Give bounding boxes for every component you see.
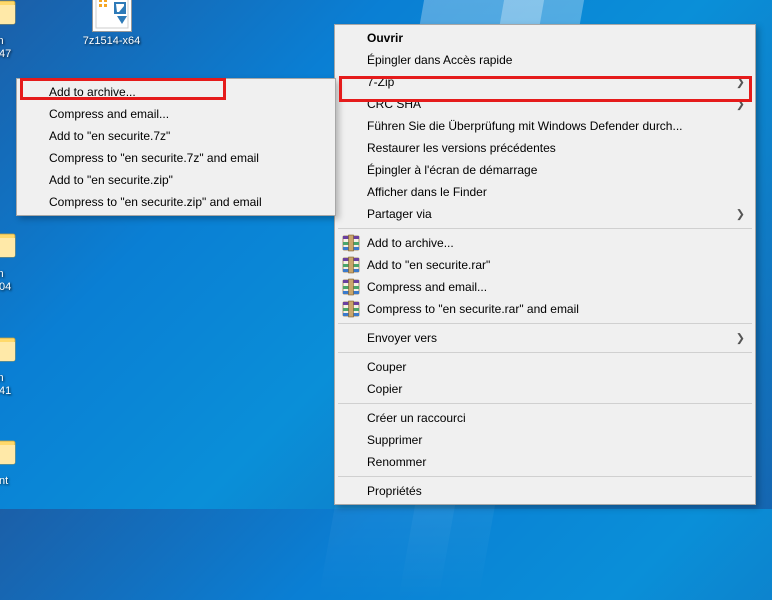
desktop-icon-label: an51.47 [0,35,35,61]
menu-item-label: Compress to "en securite.7z" and email [49,151,259,165]
menu-item-label: Compress to "en securite.zip" and email [49,195,262,209]
desktop-icon-label: an57.41 [0,372,35,398]
menu-item-label: Add to archive... [367,236,454,250]
sub_menu-item-3[interactable]: Compress to "en securite.7z" and email [19,147,333,169]
main_menu-item-8[interactable]: Partager via ❯ [337,203,753,225]
context-menu-7zip: Add to archive... Compress and email... Ad… [16,78,336,216]
desktop-icon-label: 7z1514-x64 [74,35,149,48]
menu-item-label: Compress to "en securite.rar" and email [367,302,579,316]
menu-item-label: Couper [367,360,406,374]
main_menu-item-17[interactable]: Couper [337,356,753,378]
menu-item-label: Ouvrir [367,31,403,45]
context-menu-main: OuvrirÉpingler dans Accès rapide7-Zip❯CR… [334,24,756,505]
menu-item-label: Add to "en securite.zip" [49,173,173,187]
chevron-right-icon: ❯ [736,208,745,221]
sub_menu-item-0[interactable]: Add to archive... [19,81,333,103]
menu-item-label: Compress and email... [367,280,487,294]
sub_menu-item-1[interactable]: Compress and email... [19,103,333,125]
main_menu-item-7[interactable]: Afficher dans le Finder [337,181,753,203]
desktop-icon-0[interactable]: 7z1514-x64 [74,0,149,48]
menu-item-label: Renommer [367,455,426,469]
menu-item-label: Copier [367,382,402,396]
desktop-icon-label: nent [0,475,35,488]
main_menu-item-2[interactable]: 7-Zip ❯ [337,71,753,93]
main_menu-item-5[interactable]: Restaurer les versions précédentes [337,137,753,159]
folder-icon [0,0,18,32]
rar-icon [342,234,360,252]
chevron-right-icon: ❯ [736,76,745,89]
main_menu-item-20[interactable]: Créer un raccourci [337,407,753,429]
menu-item-label: Add to archive... [49,85,136,99]
chevron-right-icon: ❯ [736,98,745,111]
menu-item-label: Compress and email... [49,107,169,121]
menu-item-label: Créer un raccourci [367,411,466,425]
main_menu-separator [338,352,752,353]
main_menu-item-15[interactable]: Envoyer vers ❯ [337,327,753,349]
rar-icon [342,256,360,274]
main_menu-separator [338,476,752,477]
menu-item-label: Add to "en securite.7z" [49,129,170,143]
chevron-right-icon: ❯ [736,332,745,345]
folder-icon [0,432,18,472]
desktop-icon-3[interactable]: an57.41 [0,329,35,398]
main_menu-item-0[interactable]: Ouvrir [337,27,753,49]
main_menu-item-24[interactable]: Propriétés [337,480,753,502]
sub_menu-item-5[interactable]: Compress to "en securite.zip" and email [19,191,333,213]
menu-item-label: Führen Sie die Überprüfung mit Windows D… [367,119,683,133]
main_menu-separator [338,403,752,404]
main_menu-item-1[interactable]: Épingler dans Accès rapide [337,49,753,71]
menu-item-label: Épingler à l'écran de démarrage [367,163,537,177]
main_menu-item-11[interactable]: Add to "en securite.rar" [337,254,753,276]
menu-item-label: Envoyer vers [367,331,437,345]
main_menu-item-18[interactable]: Copier [337,378,753,400]
7z-installer-icon [92,0,132,32]
menu-item-label: Supprimer [367,433,422,447]
menu-item-label: Épingler dans Accès rapide [367,53,512,67]
menu-item-label: Add to "en securite.rar" [367,258,490,272]
menu-item-label: Partager via [367,207,432,221]
main_menu-item-21[interactable]: Supprimer [337,429,753,451]
folder-icon [0,329,18,369]
rar-icon [342,300,360,318]
menu-item-label: Afficher dans le Finder [367,185,487,199]
menu-item-label: CRC SHA [367,97,421,111]
main_menu-item-13[interactable]: Compress to "en securite.rar" and email [337,298,753,320]
sub_menu-item-2[interactable]: Add to "en securite.7z" [19,125,333,147]
main_menu-separator [338,228,752,229]
main_menu-separator [338,323,752,324]
desktop-icon-1[interactable]: an51.47 [0,0,35,61]
sub_menu-item-4[interactable]: Add to "en securite.zip" [19,169,333,191]
menu-item-label: Propriétés [367,484,422,498]
folder-icon [0,225,18,265]
desktop-icon-2[interactable]: an57.04 [0,225,35,294]
menu-item-label: 7-Zip [367,75,394,89]
rar-icon [342,278,360,296]
menu-item-label: Restaurer les versions précédentes [367,141,556,155]
main_menu-item-10[interactable]: Add to archive... [337,232,753,254]
main_menu-item-12[interactable]: Compress and email... [337,276,753,298]
desktop-icon-label: an57.04 [0,268,35,294]
main_menu-item-6[interactable]: Épingler à l'écran de démarrage [337,159,753,181]
desktop-icon-4[interactable]: nent [0,432,35,488]
main_menu-item-22[interactable]: Renommer [337,451,753,473]
main_menu-item-3[interactable]: CRC SHA ❯ [337,93,753,115]
main_menu-item-4[interactable]: Führen Sie die Überprüfung mit Windows D… [337,115,753,137]
